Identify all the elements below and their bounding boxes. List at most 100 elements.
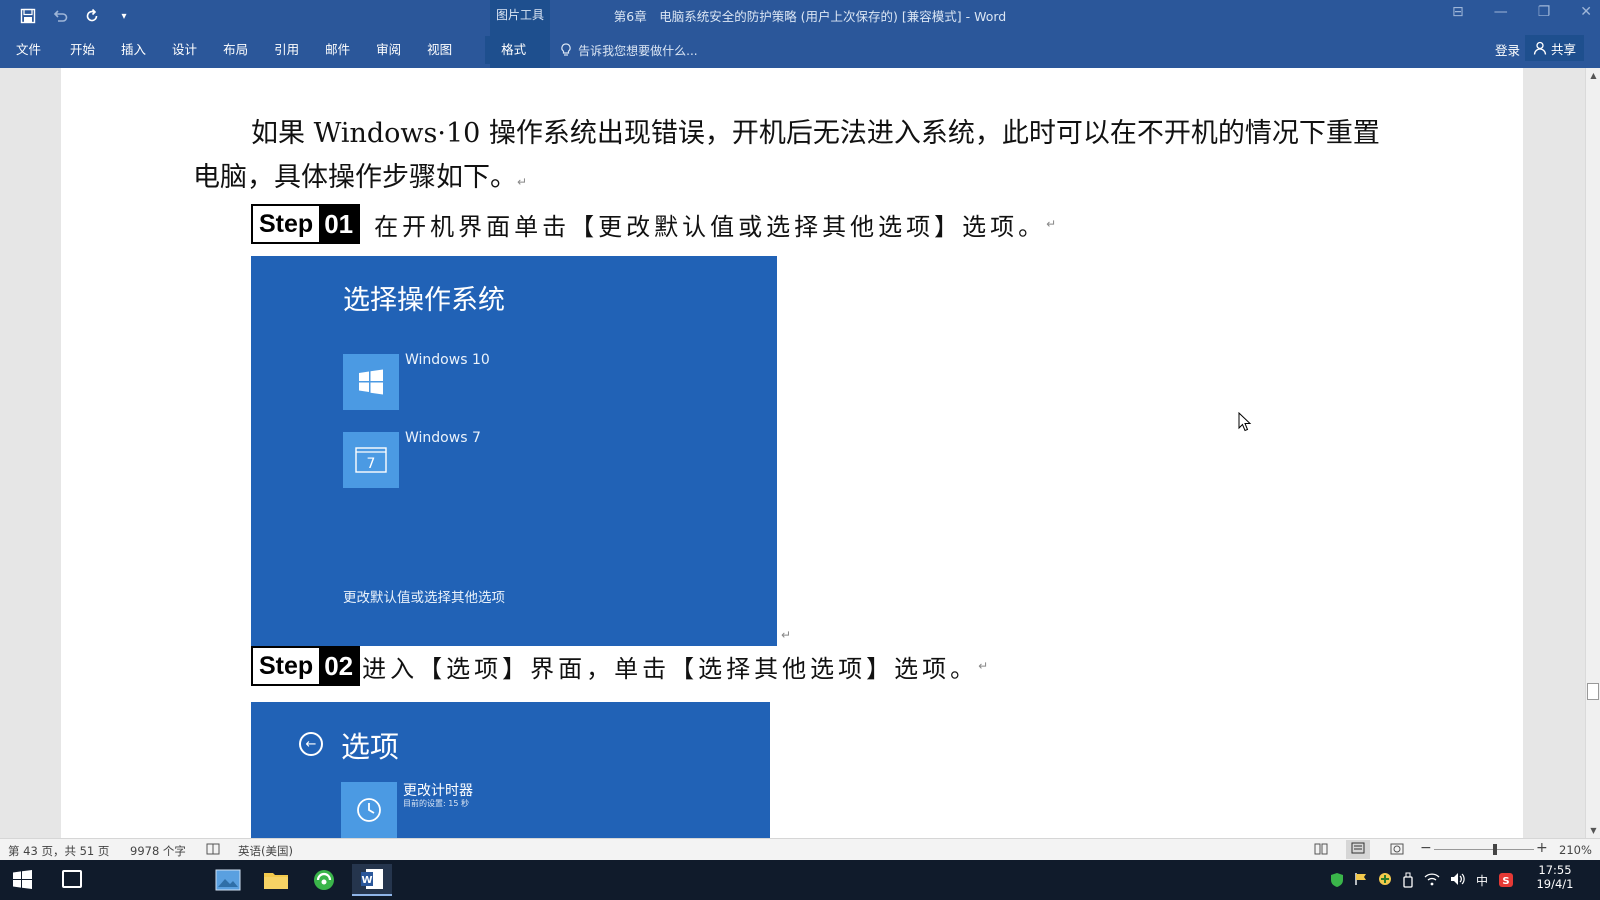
step-word: Step <box>253 206 320 242</box>
step-text: 进入【选项】界面，单击【选择其他选项】选项。 <box>362 654 979 683</box>
zoom-level[interactable]: 210% <box>1559 843 1592 857</box>
read-mode-icon[interactable] <box>1314 843 1328 858</box>
change-timer-label: 更改计时器 <box>403 783 473 799</box>
tab-insert[interactable]: 插入 <box>108 36 159 64</box>
step-01[interactable]: Step 01 在开机界面单击【更改默认值或选择其他选项】选项。 ↵ <box>251 204 1056 244</box>
scroll-up-icon[interactable]: ▲ <box>1588 70 1599 81</box>
usb-device-icon[interactable] <box>1402 872 1414 891</box>
screenshot-choose-os[interactable]: 选择操作系统 Windows 10 7 Windows 7 更改默认值或选择其他… <box>251 256 777 646</box>
wifi-icon[interactable] <box>1424 872 1440 891</box>
paragraph-mark: ↵ <box>781 628 792 642</box>
minimize-icon[interactable]: — <box>1494 4 1508 20</box>
ribbon: ▾ 图片工具 第6章 电脑系统安全的防护策略 (用户上次保存的) [兼容模式] … <box>0 0 1600 68</box>
zoom-slider[interactable] <box>1434 849 1534 850</box>
person-icon <box>1533 41 1547 55</box>
tell-me-box[interactable]: 告诉我您想要做什么... <box>560 42 698 59</box>
task-view-icon[interactable] <box>62 870 82 888</box>
status-bar: 第 43 页，共 51 页 9978 个字 英语(美国) − + 210% <box>0 838 1600 860</box>
tab-format[interactable]: 格式 <box>485 36 543 64</box>
paragraph-mark: ↵ <box>517 175 528 189</box>
restore-icon[interactable]: ❐ <box>1538 4 1551 20</box>
ime-indicator[interactable]: 中 <box>1476 872 1488 891</box>
security-shield-icon[interactable] <box>1330 872 1344 891</box>
ribbon-tabs: 文件 开始 插入 设计 布局 引用 邮件 审阅 视图 格式 告诉我您想要做什么.… <box>0 36 698 64</box>
quick-access-toolbar: ▾ <box>18 4 134 28</box>
clock-date: 19/4/1 <box>1536 877 1574 891</box>
ribbon-display-options-icon[interactable]: ⊟ <box>1452 4 1464 20</box>
sign-in-link[interactable]: 登录 <box>1495 40 1520 59</box>
scroll-down-icon[interactable]: ▼ <box>1588 825 1599 836</box>
tab-mailings[interactable]: 邮件 <box>312 36 363 64</box>
close-icon[interactable]: ✕ <box>1580 4 1592 20</box>
windows-logo-icon <box>343 354 399 410</box>
tab-layout[interactable]: 布局 <box>210 36 261 64</box>
print-layout-icon[interactable] <box>1346 840 1370 859</box>
choose-os-title: 选择操作系统 <box>343 285 505 316</box>
repeat-icon[interactable] <box>82 6 102 26</box>
system-tray: 中 S <box>1330 872 1514 891</box>
tab-home[interactable]: 开始 <box>57 36 108 64</box>
share-button[interactable]: 共享 <box>1524 35 1584 61</box>
document-page[interactable]: 如果 Windows·10 操作系统出现错误，开机后无法进入系统，此时可以在不开… <box>61 68 1523 838</box>
picture-tools-label: 图片工具 <box>495 8 544 22</box>
volume-icon[interactable] <box>1450 872 1466 891</box>
zoom-slider-thumb[interactable] <box>1493 844 1497 855</box>
photos-app-icon[interactable] <box>208 864 248 896</box>
share-label: 共享 <box>1550 41 1576 57</box>
word-app-icon[interactable]: W <box>352 864 392 896</box>
step-number: 01 <box>319 206 359 242</box>
system-clock[interactable]: 17:55 19/4/1 <box>1520 863 1590 891</box>
window-controls: ⊟ — ❐ ✕ <box>1452 4 1592 20</box>
os-label: Windows 7 <box>405 430 481 446</box>
undo-icon[interactable] <box>50 6 70 26</box>
step-badge: Step 02 <box>251 646 361 686</box>
step-word: Step <box>253 648 320 684</box>
page-count[interactable]: 第 43 页，共 51 页 <box>8 843 109 859</box>
tray-plus-icon[interactable] <box>1378 872 1392 891</box>
file-explorer-icon[interactable] <box>256 864 296 896</box>
tab-references[interactable]: 引用 <box>261 36 312 64</box>
step-number: 02 <box>319 648 359 684</box>
tab-review[interactable]: 审阅 <box>363 36 414 64</box>
taskbar: W 中 S 17:55 19/4/1 <box>0 860 1600 900</box>
paragraph-mark: ↵ <box>978 659 989 673</box>
save-icon[interactable] <box>18 6 38 26</box>
web-layout-icon[interactable] <box>1390 843 1404 858</box>
back-arrow-icon: ← <box>299 732 323 756</box>
customize-qat-icon[interactable]: ▾ <box>114 6 134 26</box>
intro-paragraph[interactable]: 如果 Windows·10 操作系统出现错误，开机后无法进入系统，此时可以在不开… <box>193 112 1383 204</box>
screenshot-options[interactable]: ← 选项 更改计时器 目前的设置: 15 秒 <box>251 702 770 838</box>
step-text: 在开机界面单击【更改默认值或选择其他选项】选项。 <box>374 212 1047 241</box>
change-defaults-link: 更改默认值或选择其他选项 <box>343 590 505 606</box>
flag-icon[interactable] <box>1354 872 1368 891</box>
options-title: 选项 <box>341 730 400 764</box>
window-title: 第6章 电脑系统安全的防护策略 (用户上次保存的) [兼容模式] - Word <box>613 9 1007 24</box>
document-canvas: 如果 Windows·10 操作系统出现错误，开机后无法进入系统，此时可以在不开… <box>0 68 1585 838</box>
os-item-windows10: Windows 10 <box>343 352 723 414</box>
language-indicator[interactable]: 英语(美国) <box>238 843 293 859</box>
tell-me-text: 告诉我您想要做什么... <box>578 43 698 58</box>
vertical-scrollbar[interactable]: ▲ ▼ <box>1585 68 1600 838</box>
step-02[interactable]: Step 02 进入【选项】界面，单击【选择其他选项】选项。 ↵ <box>251 646 988 686</box>
windows7-icon: 7 <box>343 432 399 488</box>
tab-design[interactable]: 设计 <box>159 36 210 64</box>
intro-text: 如果 Windows·10 操作系统出现错误，开机后无法进入系统，此时可以在不开… <box>193 118 1380 193</box>
svg-text:W: W <box>361 875 372 886</box>
word-count[interactable]: 9978 个字 <box>130 843 186 859</box>
tab-file[interactable]: 文件 <box>0 36 57 64</box>
svg-text:S: S <box>1502 876 1509 887</box>
zoom-out-icon[interactable]: − <box>1420 840 1432 856</box>
mouse-pointer-icon <box>1238 412 1252 432</box>
svg-text:7: 7 <box>367 456 376 472</box>
os-label: Windows 10 <box>405 352 490 368</box>
scroll-thumb[interactable] <box>1587 683 1599 700</box>
proofing-icon[interactable] <box>206 843 220 858</box>
lightbulb-icon <box>561 43 571 56</box>
zoom-in-icon[interactable]: + <box>1536 840 1548 856</box>
browser-app-icon[interactable] <box>304 864 344 896</box>
windows-start-icon[interactable] <box>10 868 36 892</box>
paragraph-mark: ↵ <box>1046 217 1057 231</box>
change-timer-sub: 目前的设置: 15 秒 <box>403 799 469 808</box>
tab-view[interactable]: 视图 <box>414 36 465 64</box>
sogou-ime-icon[interactable]: S <box>1498 872 1514 891</box>
